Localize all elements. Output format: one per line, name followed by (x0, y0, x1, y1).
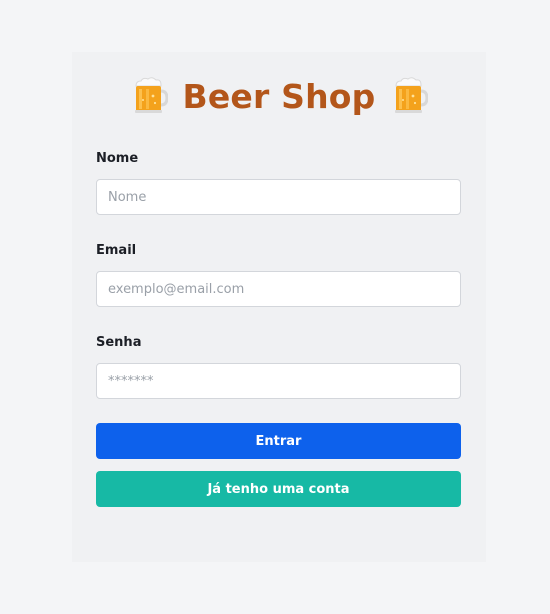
password-input[interactable] (96, 363, 461, 399)
password-label: Senha (96, 335, 142, 350)
signup-card: Beer Shop Nome Email Senha Entrar Já ten… (72, 52, 486, 562)
page-title: Beer Shop (72, 72, 486, 120)
email-input[interactable] (96, 271, 461, 307)
email-label: Email (96, 243, 137, 258)
submit-button[interactable]: Entrar (96, 423, 461, 459)
beer-mug-icon (130, 76, 169, 116)
already-have-account-button[interactable]: Já tenho uma conta (96, 471, 461, 507)
name-label: Nome (96, 151, 139, 166)
title-text: Beer Shop (182, 76, 376, 116)
beer-mug-icon (390, 76, 429, 116)
name-input[interactable] (96, 179, 461, 215)
